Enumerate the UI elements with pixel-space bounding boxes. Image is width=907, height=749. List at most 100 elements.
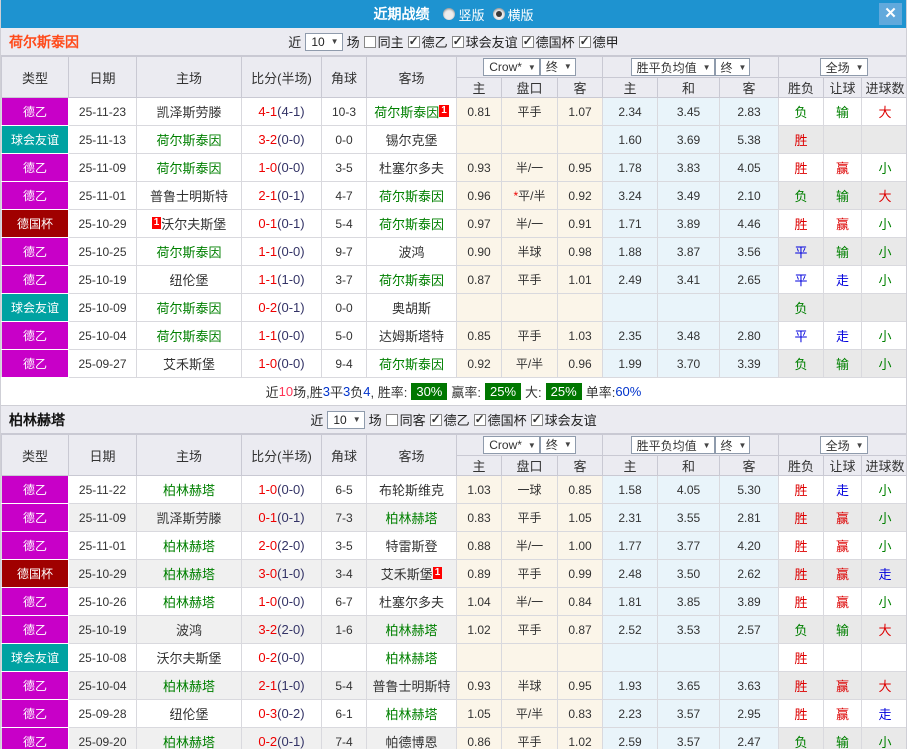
- scope-select[interactable]: 全场 ▼: [819, 436, 868, 454]
- match-count-select[interactable]: 10 ▼: [327, 410, 365, 429]
- column-header: 角球: [321, 56, 367, 98]
- column-header: 日期: [68, 434, 137, 476]
- league-filter-checkbox[interactable]: 球会友谊: [530, 410, 597, 429]
- ah-line-value: 平/半: [515, 357, 544, 371]
- europe-odds-select[interactable]: 胜平负均值 ▼: [630, 58, 715, 76]
- chevron-down-icon: ▼: [702, 440, 711, 450]
- league-filter-checkbox[interactable]: 德乙: [429, 410, 470, 429]
- ah-away-odds-value: 1.05: [568, 510, 592, 525]
- home-team: 柏林赫塔: [136, 587, 242, 616]
- ah-home-odds-value: 0.97: [467, 216, 491, 231]
- ah-line: 平手: [501, 559, 558, 588]
- same-side-checkbox[interactable]: 同客: [385, 410, 426, 429]
- ah-away-odds: [556, 643, 604, 672]
- eu-state-select[interactable]: 终 ▼: [714, 58, 751, 76]
- bookmaker-dropdown-group: Crow* ▼ 终 ▼: [455, 56, 604, 78]
- eu-draw-odds: 4.05: [657, 475, 721, 504]
- summary-text: 近: [265, 385, 279, 400]
- radio-vertical-layout[interactable]: 竖版: [443, 5, 485, 24]
- summary-text: , 胜率:: [370, 385, 408, 400]
- result-handicap: 赢: [823, 671, 863, 700]
- ah-line: 平手: [501, 265, 558, 294]
- league-filter-checkbox[interactable]: 德甲: [578, 32, 619, 51]
- odds-column-header: 客: [719, 455, 780, 476]
- ah-home-odds: 1.04: [456, 587, 502, 616]
- league-filter-checkbox[interactable]: 德乙: [407, 32, 448, 51]
- summary-text: 3: [322, 384, 330, 399]
- away-team: 达姆斯塔特: [366, 321, 457, 350]
- ah-state-select[interactable]: 终 ▼: [539, 435, 576, 454]
- checkbox-icon: [363, 35, 376, 48]
- radio-horizontal-layout[interactable]: 横版: [492, 5, 534, 24]
- league-filter-checkbox[interactable]: 球会友谊: [451, 32, 518, 51]
- ah-state-select[interactable]: 终 ▼: [539, 57, 576, 76]
- result-outcome: 负: [778, 615, 825, 644]
- ah-away-odds: [556, 125, 604, 154]
- home-team-name: 柏林赫塔: [162, 595, 215, 610]
- away-team: 帕德博恩: [366, 727, 457, 749]
- ah-line: 平手: [501, 321, 558, 350]
- match-count-select-value: 10: [311, 34, 325, 49]
- league-filter-checkbox[interactable]: 德国杯: [473, 410, 527, 429]
- radio-circle-icon: [443, 8, 456, 20]
- eu-away-odds: 5.30: [719, 475, 780, 504]
- ah-away-odds-value: 1.03: [568, 328, 592, 343]
- corner-score: 0-0: [321, 293, 367, 322]
- corner-score: [321, 643, 367, 672]
- ah-away-odds-value: 0.85: [568, 482, 592, 497]
- checkbox-icon: [385, 413, 398, 426]
- fulltime-score: 4-1: [258, 104, 278, 119]
- result-outcome: 胜: [778, 643, 825, 672]
- eu-away-odds: 2.57: [719, 615, 780, 644]
- eu-home-odds: 1.71: [602, 209, 659, 238]
- ah-away-odds-value: 0.98: [568, 244, 592, 259]
- section-team-2: 柏林赫塔 近10▼场同客德乙德国杯球会友谊 类型日期主场比分(半场)角球客场Cr…: [1, 406, 906, 749]
- fulltime-score: 0-2: [258, 650, 278, 665]
- eu-home-odds: 1.77: [602, 531, 659, 560]
- table-row: 德乙 25-09-28 纽伦堡 0-3(0-2) 6-1 柏林赫塔 1.05 平/半 0.83 2…: [1, 699, 906, 728]
- table-row: 德乙 25-11-09 荷尔斯泰因 1-0(0-0) 3-5 杜塞尔多夫 0.93 半/一 0.…: [1, 153, 906, 182]
- away-team-name: 普鲁士明斯特: [372, 679, 451, 694]
- home-team: 纽伦堡: [136, 699, 242, 728]
- eu-draw-odds: 3.45: [657, 97, 721, 126]
- europe-odds-select[interactable]: 胜平负均值 ▼: [630, 436, 715, 454]
- odds-column-header: 盘口: [501, 77, 558, 98]
- result-goals: 大: [861, 97, 906, 126]
- bookmaker-select[interactable]: Crow* ▼: [483, 436, 540, 455]
- table-row: 德乙 25-09-27 艾禾斯堡 1-0(0-0) 9-4 荷尔斯泰因 0.92 平/半 0.9…: [1, 349, 906, 378]
- eu-home-odds: 2.31: [602, 503, 659, 532]
- result-goals: 走: [861, 699, 906, 728]
- scope-select[interactable]: 全场 ▼: [819, 58, 868, 76]
- away-team: 杜塞尔多夫: [366, 153, 457, 182]
- eu-state-select[interactable]: 终 ▼: [714, 436, 751, 454]
- league-filter-checkbox[interactable]: 德国杯: [521, 32, 575, 51]
- ah-line: 平手: [501, 97, 558, 126]
- fulltime-score: 2-0: [258, 538, 278, 553]
- match-score: 3-2(2-0): [241, 615, 322, 644]
- match-date: 25-10-19: [68, 615, 137, 644]
- result-goals: 小: [861, 153, 906, 182]
- away-team-name: 荷尔斯泰因: [378, 273, 444, 288]
- home-team-name: 凯泽斯劳滕: [156, 511, 222, 526]
- chevron-down-icon: ▼: [738, 440, 747, 450]
- summary-rate-badge: 25%: [485, 383, 522, 400]
- league-badge: 德国杯: [1, 209, 69, 238]
- summary-text: 赢率:: [451, 385, 481, 400]
- match-count-select[interactable]: 10 ▼: [305, 32, 343, 51]
- close-icon[interactable]: ✕: [879, 3, 902, 25]
- same-side-checkbox[interactable]: 同主: [363, 32, 404, 51]
- ah-line-value: 平手: [517, 511, 542, 525]
- result-goals: 大: [861, 671, 906, 700]
- league-filter-checkbox-label: 德甲: [592, 35, 619, 50]
- ah-away-odds: 0.85: [556, 475, 604, 504]
- europe-odds-select-value: 胜平负均值: [636, 60, 697, 75]
- summary-text: 4: [363, 384, 371, 399]
- bookmaker-select[interactable]: Crow* ▼: [483, 58, 540, 77]
- result-outcome: 负: [778, 181, 825, 210]
- checkbox-icon: [473, 412, 486, 426]
- matches-label: 场: [346, 35, 360, 50]
- result-goals: [861, 125, 906, 154]
- fulltime-score: 3-2: [258, 622, 278, 637]
- ah-home-odds: 0.92: [456, 349, 502, 378]
- ah-away-odds: 0.83: [556, 699, 604, 728]
